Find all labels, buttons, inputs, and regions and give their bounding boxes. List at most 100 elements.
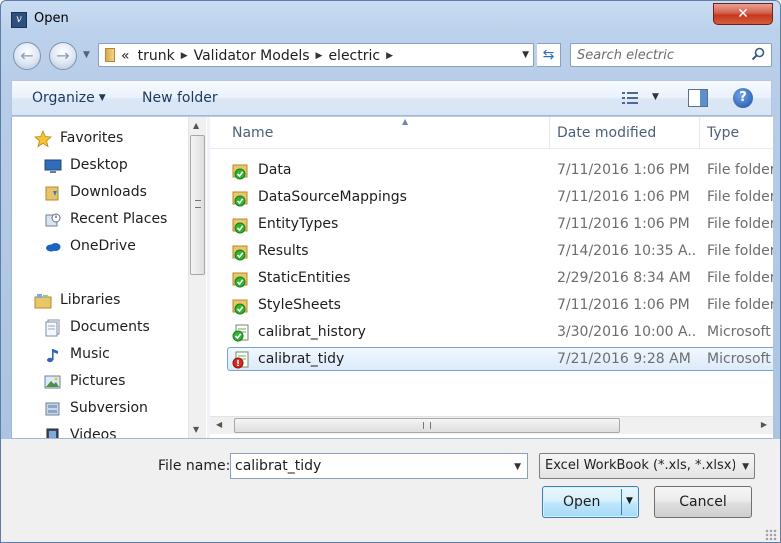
nav-item-desktop[interactable]: Desktop (44, 154, 207, 178)
file-row-calibrat-history[interactable]: calibrat_history 3/30/2016 10:00 A... Mi… (228, 321, 773, 345)
grip-icon (423, 422, 431, 429)
nav-scroll-thumb[interactable] (190, 135, 205, 275)
horizontal-scrollbar[interactable]: ◀ ▶ (210, 416, 773, 434)
onedrive-icon (46, 243, 61, 252)
split-divider (621, 489, 622, 515)
view-options-icon[interactable] (620, 89, 640, 107)
chevron-down-icon[interactable]: ▼ (514, 462, 521, 472)
navigation-bar: ← → ▼ « trunk ▶ Validator Models ▶ electric ▶ … (1, 39, 780, 73)
arrow-left-icon: ← (20, 46, 34, 65)
breadcrumb-validator-models[interactable]: Validator Models (194, 48, 310, 64)
cancel-button[interactable]: Cancel (654, 486, 752, 518)
file-row-stylesheets[interactable]: StyleSheets 7/11/2016 1:06 PM File folde… (228, 294, 773, 318)
scroll-left-icon[interactable]: ◀ (216, 420, 222, 429)
svn-folder-icon (232, 218, 248, 234)
chevron-down-icon[interactable]: ▼ (742, 462, 749, 472)
file-date: 3/30/2016 10:00 A... (557, 324, 697, 340)
sort-ascending-icon: ▲ (402, 117, 409, 126)
column-name-label: Name (232, 125, 274, 141)
open-options-dropdown[interactable]: ▼ (626, 496, 633, 506)
nav-item-subversion[interactable]: Subversion (44, 397, 207, 421)
scroll-up-icon[interactable]: ▲ (193, 121, 199, 130)
refresh-button[interactable]: ⇆ (537, 43, 561, 67)
file-type-value: Excel WorkBook (*.xls, *.xlsx) (545, 458, 735, 473)
nav-scrollbar[interactable]: ▲ ▼ (188, 117, 206, 438)
file-type-select[interactable]: Excel WorkBook (*.xls, *.xlsx) ▼ (539, 453, 755, 479)
help-icon[interactable]: ? (733, 88, 753, 108)
nav-item-music[interactable]: Music (44, 343, 207, 367)
file-date: 7/14/2016 10:35 A... (557, 243, 697, 259)
nav-item-downloads[interactable]: Downloads (44, 181, 207, 205)
file-type: File folder (707, 297, 773, 313)
pictures-icon (44, 375, 61, 389)
breadcrumb-overflow[interactable]: « (121, 48, 130, 64)
window-title: Open (34, 11, 69, 26)
nav-favorites[interactable]: Favorites (34, 127, 207, 151)
nav-item-videos[interactable]: Videos (44, 424, 207, 438)
recent-locations-dropdown[interactable]: ▼ (83, 50, 90, 60)
subversion-icon (45, 402, 60, 416)
file-type: Microsoft (707, 324, 771, 340)
title-bar[interactable]: v Open ✕ (1, 1, 780, 35)
star-icon (34, 130, 52, 148)
nav-libraries[interactable]: Libraries (34, 289, 207, 313)
open-button-label: Open (563, 494, 601, 510)
breadcrumb-electric[interactable]: electric (328, 48, 380, 64)
horizontal-scroll-thumb[interactable] (234, 418, 620, 433)
forward-button[interactable]: → (49, 42, 77, 70)
address-dropdown[interactable]: ▼ (522, 50, 529, 60)
file-row-calibrat-tidy[interactable]: calibrat_tidy 7/21/2016 9:28 AM Microsof… (227, 347, 773, 371)
file-row-results[interactable]: Results 7/14/2016 10:35 A... File folder (228, 240, 773, 264)
new-folder-button[interactable]: New folder (142, 90, 218, 106)
back-button[interactable]: ← (13, 42, 41, 70)
close-button[interactable]: ✕ (713, 3, 773, 25)
search-input[interactable] (577, 46, 747, 64)
chevron-right-icon[interactable]: ▶ (181, 51, 188, 61)
search-icon[interactable] (751, 47, 765, 61)
chevron-right-icon[interactable]: ▶ (386, 51, 393, 61)
file-name-input[interactable] (235, 457, 495, 475)
file-name: StyleSheets (258, 297, 341, 313)
file-type: File folder (707, 216, 773, 232)
nav-item-subversion-label: Subversion (70, 400, 148, 416)
search-box[interactable] (570, 43, 772, 67)
svn-folder-icon (232, 164, 248, 180)
preview-pane-icon[interactable] (688, 89, 708, 107)
column-header-name[interactable]: Name ▲ (232, 117, 550, 149)
column-header-date[interactable]: Date modified (550, 117, 700, 149)
arrow-right-icon: → (56, 46, 70, 65)
nav-item-pictures[interactable]: Pictures (44, 370, 207, 394)
file-type: File folder (707, 162, 773, 178)
file-type: Microsoft (707, 351, 771, 367)
nav-item-desktop-label: Desktop (70, 157, 128, 173)
file-row-datasourcemappings[interactable]: DataSourceMappings 7/11/2016 1:06 PM Fil… (228, 186, 773, 210)
nav-item-recent-places[interactable]: Recent Places (44, 208, 207, 232)
scroll-right-icon[interactable]: ▶ (761, 420, 767, 429)
file-row-staticentities[interactable]: StaticEntities 2/29/2016 8:34 AM File fo… (228, 267, 773, 291)
chevron-right-icon[interactable]: ▶ (316, 51, 323, 61)
file-name: DataSourceMappings (258, 189, 407, 205)
address-bar[interactable]: « trunk ▶ Validator Models ▶ electric ▶ ▼ (98, 43, 534, 67)
view-dropdown[interactable]: ▼ (652, 92, 659, 102)
file-row-data[interactable]: Data 7/11/2016 1:06 PM File folder (228, 159, 773, 183)
svn-folder-icon (232, 245, 248, 261)
file-row-entitytypes[interactable]: EntityTypes 7/11/2016 1:06 PM File folde… (228, 213, 773, 237)
file-name: Data (258, 162, 292, 178)
open-button[interactable]: Open ▼ (542, 486, 639, 518)
content-area: Favorites Desktop Downloads Recent Place… (11, 117, 773, 439)
nav-item-onedrive[interactable]: OneDrive (44, 235, 207, 259)
file-name-combobox[interactable]: ▼ (230, 453, 528, 479)
file-date: 7/11/2016 1:06 PM (557, 162, 690, 178)
column-header-type[interactable]: Type (700, 117, 773, 149)
organize-button[interactable]: Organize ▼ (32, 90, 106, 106)
desktop-icon (44, 159, 62, 173)
nav-favorites-label: Favorites (60, 130, 124, 146)
nav-item-documents[interactable]: Documents (44, 316, 207, 340)
resize-grip-icon[interactable] (765, 529, 777, 541)
breadcrumb-trunk[interactable]: trunk (138, 48, 175, 64)
app-icon: v (11, 12, 27, 28)
svn-folder-icon (232, 191, 248, 207)
libraries-icon (34, 294, 52, 309)
nav-item-documents-label: Documents (70, 319, 150, 335)
scroll-down-icon[interactable]: ▼ (193, 425, 199, 434)
